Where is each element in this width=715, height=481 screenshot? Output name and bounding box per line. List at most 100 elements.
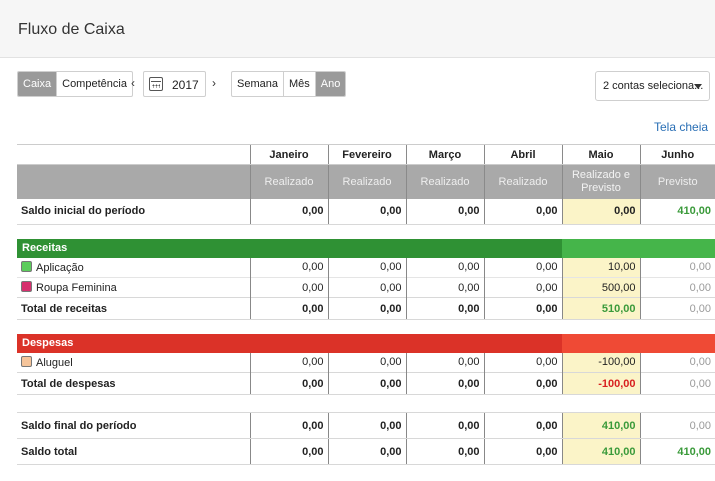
table-row: Total de despesas 0,00 0,00 0,00 0,00 -1… [17,372,715,395]
mode-caixa-button[interactable]: Caixa [18,72,58,96]
month-header: Junho [639,144,715,165]
cell: 410,00 [639,198,715,225]
prev-year-button[interactable]: ‹ [131,76,135,90]
cell: -100,00 [561,352,640,373]
cell: 0,00 [483,412,562,439]
cell: 0,00 [483,198,562,225]
row-label: Aplicação [17,258,250,278]
status-header: Realizado [249,164,328,199]
category-color-icon [21,355,32,367]
cell: 0,00 [405,277,484,298]
page-title: Fluxo de Caixa [18,21,125,38]
chevron-down-icon [694,84,702,89]
cell: 0,00 [327,277,406,298]
table-row: Saldo final do período 0,00 0,00 0,00 0,… [17,412,715,439]
cell: 0,00 [327,352,406,373]
cell: 0,00 [405,438,484,465]
cell: 0,00 [639,257,715,278]
table-row: Aluguel 0,00 0,00 0,00 0,00 -100,00 0,00 [17,352,715,373]
cell: 0,00 [639,372,715,395]
cell: 0,00 [249,297,328,320]
cell: 0,00 [249,257,328,278]
cell: 410,00 [561,412,640,439]
cell: 0,00 [327,372,406,395]
period-mes-button[interactable]: Mês [284,72,316,96]
cell: 410,00 [561,438,640,465]
cell: 410,00 [639,438,715,465]
mode-competencia-button[interactable]: Competência [57,72,132,96]
mode-toggle: Caixa Competência [17,71,133,97]
cell: 0,00 [405,297,484,320]
cell: 500,00 [561,277,640,298]
cell: 0,00 [249,372,328,395]
year-value: 2017 [172,78,199,92]
cell: 0,00 [405,372,484,395]
table-row: Saldo inicial do período 0,00 0,00 0,00 … [17,198,715,225]
cell: 0,00 [327,257,406,278]
cell: 0,00 [327,297,406,320]
row-label: Total de receitas [17,297,250,320]
cell: 0,00 [483,257,562,278]
row-label: Saldo total [17,438,250,465]
next-year-button[interactable]: › [212,76,216,90]
row-label: Total de despesas [17,372,250,395]
status-header: Realizado [483,164,562,199]
cell: 0,00 [639,297,715,320]
row-label: Saldo inicial do período [17,198,250,225]
category-row-receitas: Receitas [17,238,715,258]
cell: 0,00 [483,372,562,395]
category-color-icon [21,260,32,272]
category-label: Despesas [17,333,250,353]
fullscreen-link[interactable]: Tela cheia [654,120,708,134]
row-label: Saldo final do período [17,412,250,439]
category-row-despesas: Despesas [17,333,715,353]
cell: 0,00 [249,198,328,225]
cell: 510,00 [561,297,640,320]
cell: 0,00 [639,412,715,439]
table-row: Aplicação 0,00 0,00 0,00 0,00 10,00 0,00 [17,257,715,278]
cell: 0,00 [249,438,328,465]
year-picker[interactable]: 2017 [143,71,206,97]
period-semana-button[interactable]: Semana [232,72,284,96]
cell: 0,00 [249,352,328,373]
table-row: Saldo total 0,00 0,00 0,00 0,00 410,00 4… [17,438,715,465]
subheader-empty [17,164,250,199]
status-header-row: Realizado Realizado Realizado Realizado … [17,164,715,199]
cell: 0,00 [405,257,484,278]
table-row: Roupa Feminina 0,00 0,00 0,00 0,00 500,0… [17,277,715,298]
cell: 10,00 [561,257,640,278]
category-color-icon [21,281,32,292]
month-header-row: Janeiro Fevereiro Março Abril Maio Junho [17,144,715,165]
month-header: Março [405,144,484,165]
month-header: Maio [561,144,640,165]
cell: 0,00 [483,297,562,320]
header-empty [17,144,250,165]
cell: 0,00 [327,438,406,465]
cell: 0,00 [405,352,484,373]
accounts-select[interactable]: 2 contas seleciona... [595,71,710,101]
table-row: Total de receitas 0,00 0,00 0,00 0,00 51… [17,297,715,320]
cell: 0,00 [561,198,640,225]
status-header: Realizado [405,164,484,199]
cell: 0,00 [483,352,562,373]
period-ano-button[interactable]: Ano [315,72,346,96]
cell: 0,00 [639,277,715,298]
cell: 0,00 [405,412,484,439]
cash-flow-table: Janeiro Fevereiro Março Abril Maio Junho… [17,144,715,465]
row-label: Roupa Feminina [17,277,250,298]
cell: 0,00 [327,412,406,439]
cell: 0,00 [483,277,562,298]
cell: 0,00 [639,352,715,373]
status-header: Realizado [327,164,406,199]
status-header: Realizado e Previsto [561,164,640,199]
month-header: Fevereiro [327,144,406,165]
accounts-select-value: 2 contas seleciona... [603,80,704,92]
cell: 0,00 [249,412,328,439]
row-label: Aluguel [17,353,250,373]
cell: 0,00 [249,277,328,298]
status-header: Previsto [639,164,715,199]
category-label: Receitas [17,238,250,258]
cell: 0,00 [405,198,484,225]
cell: 0,00 [327,198,406,225]
cell: -100,00 [561,372,640,395]
